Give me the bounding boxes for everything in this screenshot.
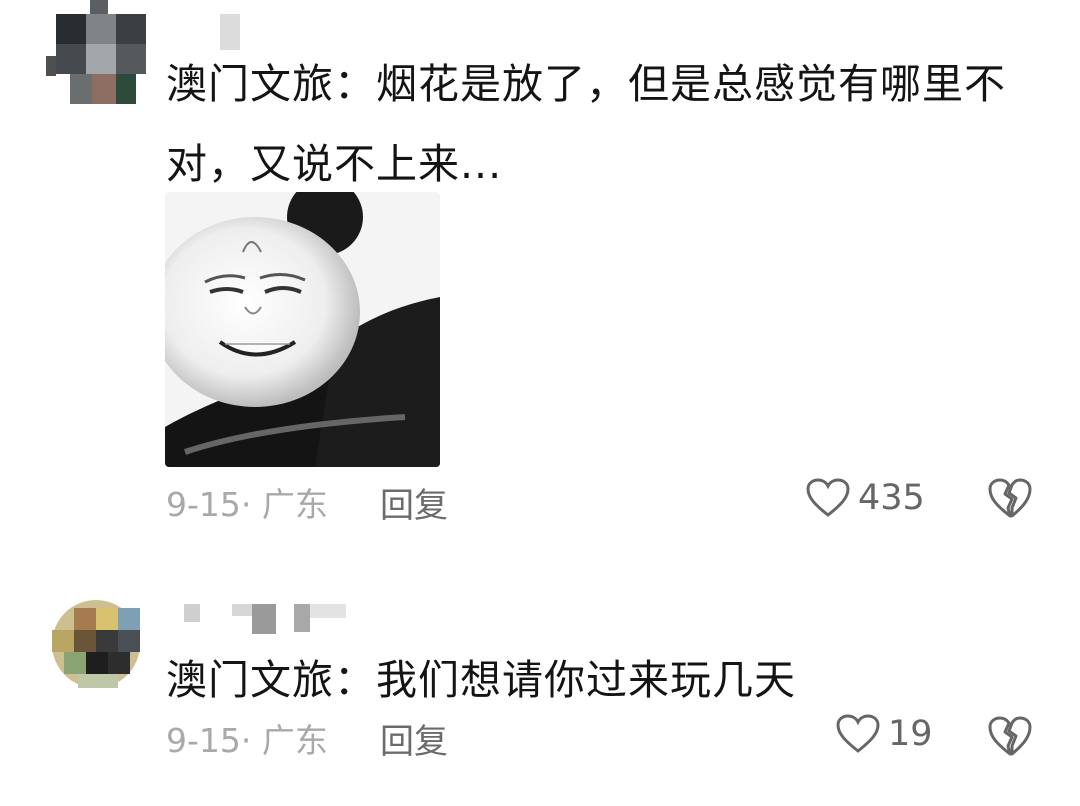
dislike-button[interactable] bbox=[988, 714, 1032, 762]
like-count: 19 bbox=[888, 714, 933, 754]
username-blurred[interactable] bbox=[184, 600, 350, 634]
comment-meta: 9-15· 广东 回复 bbox=[166, 478, 448, 526]
dislike-button[interactable] bbox=[988, 476, 1032, 524]
comment-item: 澳门文旅：我们想请你过来玩几天 9-15· 广东 回复 19 bbox=[0, 590, 1080, 806]
like-button[interactable]: 19 bbox=[836, 714, 933, 754]
comment-text: 澳门文旅：烟花是放了，但是总感觉有哪里不对，又说不上来... bbox=[166, 60, 1006, 188]
reply-button[interactable]: 回复 bbox=[380, 478, 448, 527]
date-location: 9-15· 广东 bbox=[166, 721, 328, 760]
heart-outline-icon bbox=[836, 714, 880, 753]
avatar-image bbox=[52, 600, 140, 688]
broken-heart-icon bbox=[988, 716, 1032, 756]
avatar[interactable] bbox=[44, 600, 148, 688]
date-location: 9-15· 广东 bbox=[166, 485, 328, 524]
comment-text: 澳门文旅：我们想请你过来玩几天 bbox=[166, 656, 796, 704]
reply-button[interactable]: 回复 bbox=[380, 714, 448, 763]
avatar[interactable] bbox=[46, 0, 148, 106]
like-count: 435 bbox=[858, 478, 925, 518]
meme-face-image bbox=[165, 192, 440, 467]
comment-meme-image[interactable] bbox=[165, 192, 440, 467]
comment-item: 澳门文旅：烟花是放了，但是总感觉有哪里不对，又说不上来... 9-15· 广东 … bbox=[0, 0, 1080, 560]
like-button[interactable]: 435 bbox=[806, 478, 925, 518]
broken-heart-icon bbox=[988, 478, 1032, 518]
heart-outline-icon bbox=[806, 478, 850, 517]
comment-meta: 9-15· 广东 回复 bbox=[166, 714, 448, 762]
